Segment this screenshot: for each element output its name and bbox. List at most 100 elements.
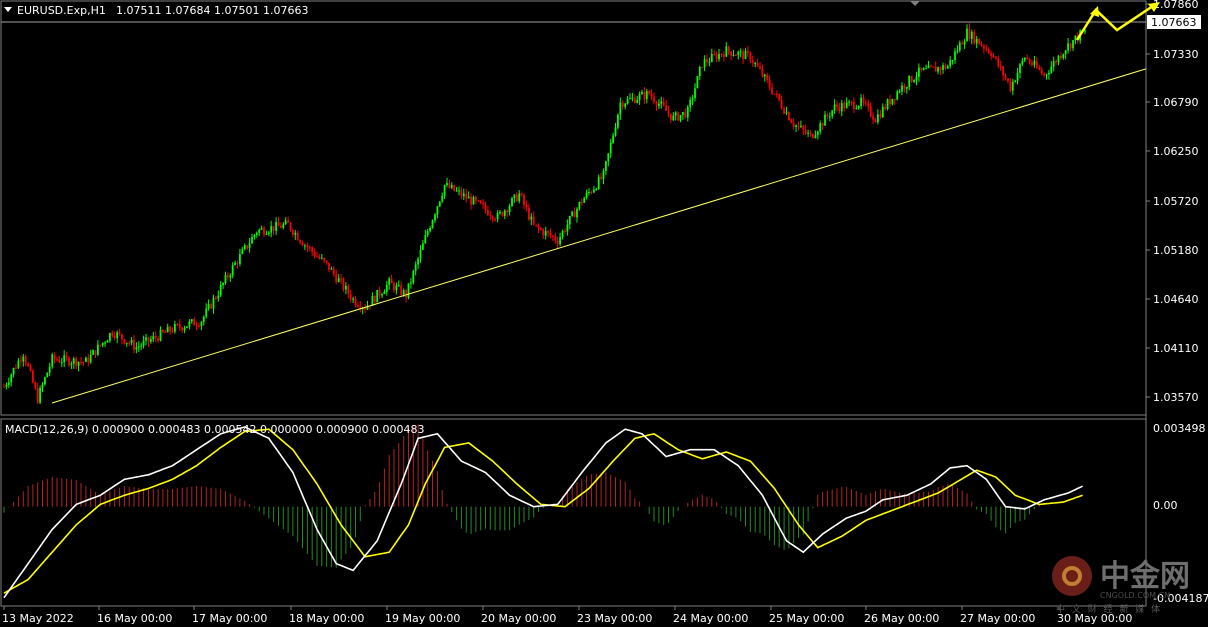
candle-body bbox=[178, 324, 181, 328]
candle-body bbox=[862, 97, 865, 103]
candle-body bbox=[68, 357, 70, 366]
candle-body bbox=[253, 234, 256, 237]
macd-signal-line bbox=[3, 428, 1083, 594]
candle-body bbox=[749, 52, 752, 61]
candle-body bbox=[181, 327, 184, 331]
candle-body bbox=[515, 194, 518, 202]
candle-body bbox=[1028, 59, 1031, 63]
candle-body bbox=[65, 355, 68, 358]
candle-body bbox=[376, 290, 379, 303]
candle-body bbox=[884, 106, 887, 109]
candle-body bbox=[576, 208, 578, 218]
macd-main-line bbox=[3, 426, 1083, 599]
candle-body bbox=[455, 190, 458, 192]
macd-tick-label: 0.00 bbox=[1153, 499, 1178, 512]
candle-body bbox=[383, 291, 386, 294]
candle-body bbox=[674, 112, 677, 116]
candle-body bbox=[17, 360, 20, 368]
candle-body bbox=[641, 92, 643, 95]
candle-body bbox=[1048, 73, 1050, 75]
candle-body bbox=[518, 193, 521, 202]
candle-body bbox=[730, 51, 732, 56]
candle-body bbox=[224, 275, 227, 283]
symbol-label: EURUSD.Exp,H1 bbox=[17, 4, 106, 17]
candle-body bbox=[135, 347, 138, 350]
candle-body bbox=[995, 56, 997, 58]
candle-body bbox=[561, 230, 564, 237]
candle-body bbox=[388, 278, 391, 285]
candle-body bbox=[708, 61, 711, 63]
candle-body bbox=[39, 388, 41, 403]
candle-body bbox=[125, 342, 128, 344]
candle-body bbox=[140, 345, 143, 347]
candle-body bbox=[1016, 72, 1019, 81]
candle-body bbox=[944, 65, 947, 69]
candle-body bbox=[186, 326, 188, 328]
candle-body bbox=[465, 193, 468, 199]
candle-body bbox=[484, 204, 487, 210]
candle-body bbox=[922, 68, 925, 70]
candle-body bbox=[725, 46, 728, 57]
candle-body bbox=[36, 388, 39, 403]
candle-body bbox=[1055, 61, 1057, 63]
candle-body bbox=[229, 275, 232, 278]
candle-body bbox=[60, 362, 63, 364]
candle-body bbox=[10, 374, 13, 383]
candle-body bbox=[566, 224, 569, 232]
candle-body bbox=[1067, 43, 1069, 51]
candle-body bbox=[838, 107, 841, 112]
candle-body bbox=[792, 123, 795, 127]
candle-body bbox=[188, 321, 191, 327]
candle-body bbox=[150, 339, 152, 342]
shift-marker-icon[interactable] bbox=[910, 1, 920, 6]
candle-body bbox=[243, 245, 246, 250]
candle-body bbox=[234, 262, 236, 265]
candle-body bbox=[1050, 66, 1053, 73]
candle-body bbox=[869, 106, 872, 117]
candle-body bbox=[1074, 35, 1077, 41]
candle-body bbox=[795, 125, 797, 127]
candle-body bbox=[961, 42, 964, 45]
candle-body bbox=[248, 243, 251, 249]
dropdown-triangle-icon[interactable] bbox=[4, 7, 12, 12]
candle-body bbox=[1035, 61, 1038, 68]
candle-body bbox=[284, 220, 287, 225]
candle-body bbox=[833, 104, 836, 111]
watermark: 中金网 中 文 财 经 新 媒 体 CNGOLD.COM.CN bbox=[1052, 556, 1190, 615]
candle-body bbox=[385, 284, 388, 292]
candle-body bbox=[292, 229, 294, 235]
axis-ticks-layer: 1.07860 1.07330 1.06790 1.06250 1.05720 1.051… bbox=[2, 0, 1208, 625]
candle-body bbox=[24, 356, 27, 364]
candle-body bbox=[985, 48, 988, 50]
time-tick-label: 18 May 00:00 bbox=[289, 612, 364, 625]
candle-body bbox=[937, 67, 939, 72]
candle-body bbox=[987, 49, 990, 54]
candle-body bbox=[85, 357, 87, 362]
candle-body bbox=[395, 285, 398, 291]
candle-body bbox=[277, 222, 280, 226]
candle-body bbox=[860, 97, 862, 106]
candle-body bbox=[479, 200, 482, 204]
candle-body bbox=[720, 53, 723, 55]
candle-body bbox=[910, 76, 913, 82]
candle-body bbox=[337, 278, 340, 282]
candle-body bbox=[737, 51, 740, 56]
candle-body bbox=[1033, 61, 1036, 65]
candle-body bbox=[320, 257, 323, 259]
candle-body bbox=[458, 190, 460, 192]
candle-body bbox=[340, 278, 342, 280]
candle-body bbox=[990, 53, 992, 57]
candle-body bbox=[231, 265, 234, 276]
candle-body bbox=[997, 58, 1000, 66]
price-panel-border bbox=[0, 0, 1147, 416]
candle-body bbox=[809, 132, 812, 134]
candle-body bbox=[511, 198, 513, 206]
candle-body bbox=[920, 67, 923, 70]
candle-body bbox=[263, 228, 265, 235]
candle-body bbox=[422, 243, 424, 250]
candle-body bbox=[419, 249, 422, 259]
candle-body bbox=[308, 247, 311, 249]
candle-body bbox=[845, 102, 848, 109]
candle-body bbox=[1021, 60, 1024, 65]
candle-body bbox=[624, 103, 627, 107]
